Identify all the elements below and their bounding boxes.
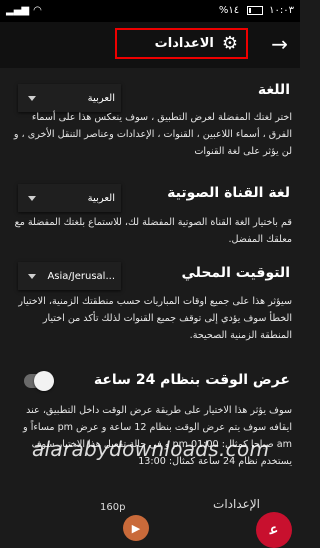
status-bar: ▂▄▆ ◠ %١٤ ١٠:٠٣: [0, 0, 300, 22]
wifi-icon: ◠: [33, 5, 42, 16]
dropdown-caret-icon: [28, 95, 36, 101]
battery-text: %١٤: [218, 5, 240, 16]
status-icons-left: ▂▄▆ ◠: [6, 5, 42, 16]
battery-icon: [247, 6, 264, 15]
section-title-audio-language: لغة القناة الصوتية: [167, 185, 290, 201]
logo-badge: ﻋ: [256, 512, 292, 548]
status-icons-right: %١٤ ١٠:٠٣: [219, 5, 294, 16]
audio-language-description: قم باختيار الغة القناة الصوتية المفضلة ل…: [14, 217, 292, 245]
language-dropdown[interactable]: العربية: [18, 84, 121, 112]
back-arrow-icon[interactable]: →: [271, 32, 288, 56]
timezone-dropdown[interactable]: Asia/Jerusal...: [18, 262, 121, 290]
dropdown-caret-icon: [28, 195, 36, 201]
bottom-partial-label: الإعدادات: [213, 497, 260, 511]
local-time-description: سيؤثر هذا على جميع اوقات المباريات حسب م…: [18, 296, 292, 341]
24h-toggle[interactable]: [24, 371, 54, 391]
timezone-dropdown-value: Asia/Jerusal...: [47, 270, 115, 282]
watermark: alarabydownloads.com: [32, 437, 270, 461]
section-title-local-time: التوقيت المحلي: [181, 265, 290, 281]
audio-language-dropdown[interactable]: العربية: [18, 184, 121, 212]
section-title-language: اللغة: [257, 82, 290, 98]
signal-icon: ▂▄▆: [6, 5, 30, 16]
audio-language-dropdown-value: العربية: [87, 192, 115, 204]
language-dropdown-value: العربية: [87, 92, 115, 104]
dropdown-caret-icon: [28, 273, 36, 279]
app-bar: الاعدادات ⚙ →: [0, 22, 300, 68]
title-box: الاعدادات ⚙: [115, 28, 248, 59]
page-title: الاعدادات: [154, 36, 214, 51]
language-description: اختر لغتك المفضلة لعرض التطبيق ، سوف ينع…: [13, 112, 292, 157]
section-title-24h: عرض الوقت بنظام 24 ساعة: [93, 372, 290, 388]
status-time: ١٠:٠٣: [269, 5, 294, 16]
toggle-knob: [34, 371, 54, 391]
bottom-partial-value: 160p: [100, 502, 126, 513]
camera-icon[interactable]: ▶: [123, 515, 149, 541]
gear-icon[interactable]: ⚙: [222, 34, 238, 53]
settings-list: اللغة العربية اختر لغتك المفضلة لعرض الت…: [0, 68, 300, 533]
